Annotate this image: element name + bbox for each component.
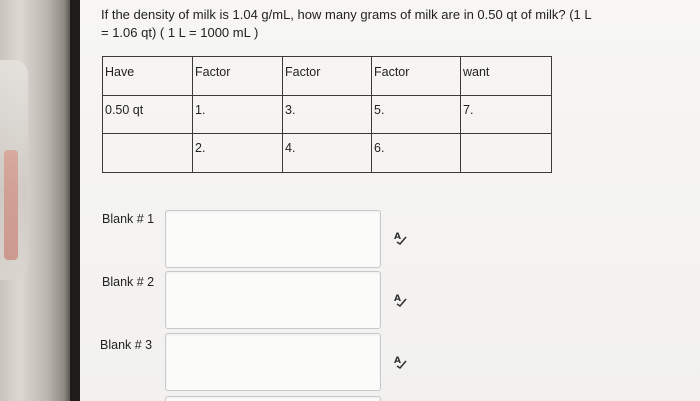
table-cell [460,133,552,173]
quiz-screen: If the density of milk is 1.04 g/mL, how… [80,0,700,401]
background-object-accent [4,150,18,260]
spellcheck-icon[interactable]: A [393,292,409,308]
blank-2-input[interactable] [165,271,381,329]
blank-4-input-partial[interactable] [165,396,381,401]
table-row: 2. 4. 6. [102,133,552,173]
svg-text:A: A [394,232,401,242]
table-row: 0.50 qt 1. 3. 5. 7. [102,94,552,135]
blank-3-label: Blank # 3 [100,338,153,352]
spellcheck-icon[interactable]: A [393,354,409,370]
dimensional-analysis-table: Have Factor Factor Factor want 0.50 qt 1… [102,56,552,173]
header-factor-2: Factor [282,56,372,96]
table-cell [102,133,193,173]
spellcheck-icon[interactable]: A [393,230,409,246]
svg-text:A: A [394,356,401,366]
blank-3-input[interactable] [165,333,381,391]
table-cell: 4. [282,133,372,173]
blank-2-label: Blank # 2 [102,275,155,289]
table-cell: 7. [460,94,552,135]
question-text: If the density of milk is 1.04 g/mL, how… [101,7,592,40]
header-factor-3: Factor [371,56,461,96]
blank-1-label: Blank # 1 [102,212,155,226]
table-cell: 6. [371,133,461,173]
header-factor-1: Factor [192,56,283,96]
header-want: want [460,56,552,96]
table-cell: 5. [371,94,461,135]
header-have: Have [102,56,193,96]
table-cell: 3. [282,94,372,135]
blank-1-input[interactable] [165,210,381,268]
svg-text:A: A [394,294,401,304]
table-header-row: Have Factor Factor Factor want [102,56,552,96]
table-cell: 1. [192,94,283,135]
table-cell: 2. [192,133,283,173]
table-cell: 0.50 qt [102,94,193,135]
